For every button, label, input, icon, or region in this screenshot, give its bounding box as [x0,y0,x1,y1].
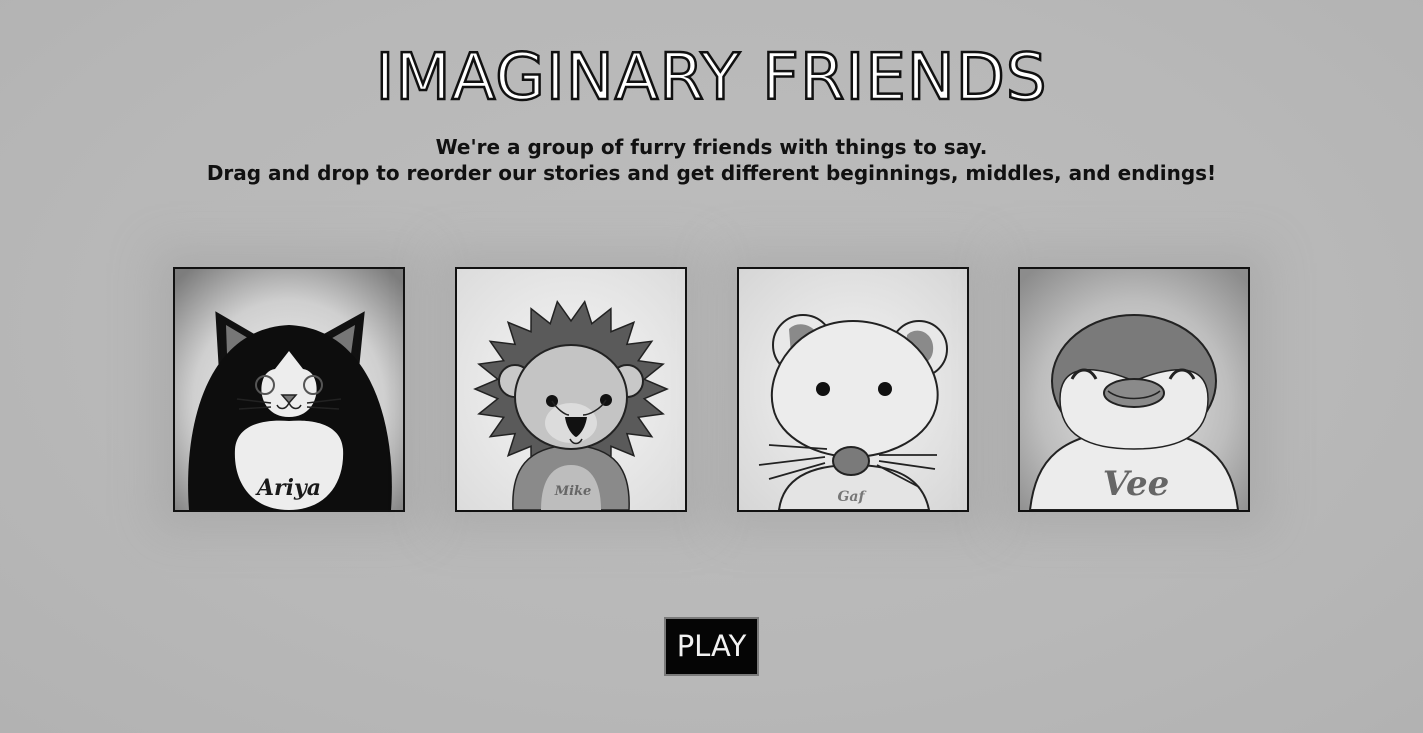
penguin-icon: Vee [1020,269,1248,510]
friend-card-vee[interactable]: Vee [1018,267,1250,512]
friend-card-gaf[interactable]: Gaf [737,267,969,512]
friend-name-gaf: Gaf [837,489,867,505]
friend-card-mike[interactable]: Mike [455,267,687,512]
mouse-icon: Gaf [739,269,967,510]
play-button[interactable]: PLAY [664,617,759,676]
friend-name-ariya: Ariya [255,475,321,501]
friend-card-ariya[interactable]: Ariya [173,267,405,512]
intro-text-line-1: We're a group of furry friends with thin… [435,135,988,159]
app-page: IMAGINARY FRIENDS We're a group of furry… [0,0,1423,733]
friend-name-mike: Mike [554,484,592,499]
cat-icon: Ariya [175,269,403,510]
page-title: IMAGINARY FRIENDS [374,40,1048,117]
lion-icon: Mike [457,269,685,510]
friend-name-vee: Vee [1103,464,1170,504]
intro-text-line-2: Drag and drop to reorder our stories and… [206,161,1217,185]
